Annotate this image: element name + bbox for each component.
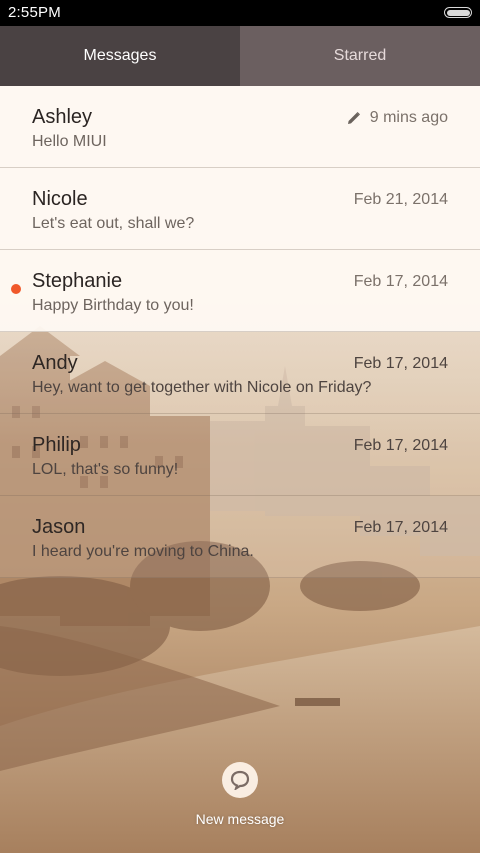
conversation-item-jason[interactable]: Jason I heard you're moving to China. Fe… [0, 496, 480, 578]
contact-name: Jason [32, 516, 86, 538]
new-message-button[interactable]: New message [190, 762, 290, 832]
chat-bubble-glyph [230, 770, 250, 790]
status-time: 2:55PM [8, 4, 61, 21]
draft-pencil-icon [347, 112, 360, 124]
contact-name: Nicole [32, 188, 88, 210]
battery-level [446, 9, 470, 16]
message-list: Ashley Hello MIUI 9 mins ago Nicole Let'… [0, 86, 480, 578]
messages-screen: 2:55PM Messages Starred Ashley Hello MIU… [0, 0, 480, 853]
message-snippet: Happy Birthday to you! [32, 297, 194, 314]
unread-indicator [11, 284, 21, 294]
conversation-item-ashley[interactable]: Ashley Hello MIUI 9 mins ago [0, 86, 480, 168]
tab-bar: Messages Starred [0, 26, 480, 86]
message-date: Feb 17, 2014 [353, 519, 448, 536]
contact-name: Ashley [32, 106, 93, 128]
contact-name: Stephanie [32, 270, 123, 292]
message-date-text: 9 mins ago [369, 109, 448, 126]
conversation-item-philip[interactable]: Philip LOL, that's so funny! Feb 17, 201… [0, 414, 480, 496]
message-snippet: Hey, want to get together with Nicole on… [32, 379, 372, 396]
message-snippet: Let's eat out, shall we? [32, 215, 195, 232]
message-snippet: I heard you're moving to China. [32, 543, 254, 560]
message-date: Feb 17, 2014 [353, 355, 448, 372]
message-date: Feb 17, 2014 [353, 273, 448, 290]
conversation-item-stephanie[interactable]: Stephanie Happy Birthday to you! Feb 17,… [0, 250, 480, 332]
tab-starred[interactable]: Starred [240, 26, 480, 86]
conversation-item-andy[interactable]: Andy Hey, want to get together with Nico… [0, 332, 480, 414]
message-date: 9 mins ago [347, 109, 448, 127]
contact-name: Philip [32, 434, 81, 456]
chat-bubble-icon[interactable] [222, 762, 258, 798]
message-snippet: LOL, that's so funny! [32, 461, 179, 478]
message-date: Feb 21, 2014 [353, 191, 448, 208]
status-bar: 2:55PM [0, 0, 480, 26]
new-message-label: New message [195, 811, 285, 827]
conversation-item-nicole[interactable]: Nicole Let's eat out, shall we? Feb 21, … [0, 168, 480, 250]
message-snippet: Hello MIUI [32, 133, 107, 150]
message-date: Feb 17, 2014 [353, 437, 448, 454]
tab-messages[interactable]: Messages [0, 26, 240, 86]
contact-name: Andy [32, 352, 78, 374]
battery-icon [444, 7, 472, 18]
